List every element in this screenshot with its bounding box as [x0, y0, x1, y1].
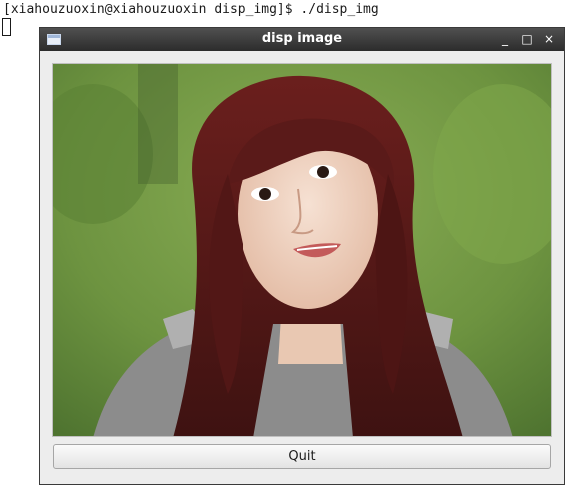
minimize-icon[interactable]: _ [497, 31, 513, 47]
window-titlebar[interactable]: disp image _ □ × [40, 28, 564, 51]
disp-image-window: disp image _ □ × Quit [39, 27, 565, 485]
window-title: disp image [261, 31, 343, 46]
close-icon[interactable]: × [541, 31, 557, 47]
window-client-area: Quit [40, 51, 564, 484]
quit-button[interactable]: Quit [53, 444, 551, 469]
displayed-photo [52, 63, 552, 437]
terminal-cursor [2, 18, 11, 36]
maximize-icon[interactable]: □ [519, 31, 535, 47]
terminal-prompt: [xiahouzuoxin@xiahouzuoxin disp_img]$ ./… [3, 2, 379, 17]
